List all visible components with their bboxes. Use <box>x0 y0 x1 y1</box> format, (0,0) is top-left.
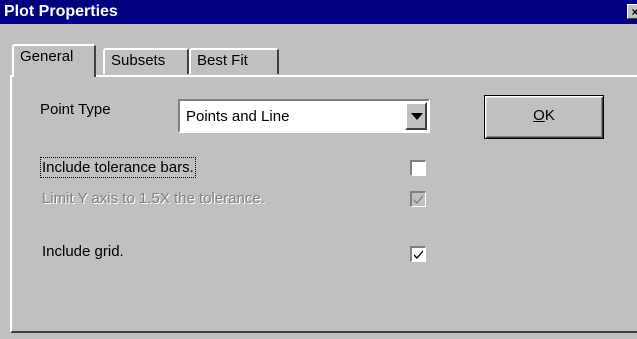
check-icon <box>414 195 423 204</box>
limit-y-axis-label: Limit Y axis to 1.5X the tolerance. <box>42 190 265 207</box>
ok-button[interactable]: OK <box>484 95 604 139</box>
point-type-label: Point Type <box>40 101 111 118</box>
close-button[interactable]: × <box>627 4 637 19</box>
point-type-select[interactable]: Points and Line <box>178 99 430 133</box>
ok-label-mnemonic: O <box>533 107 545 124</box>
chevron-down-icon[interactable] <box>405 102 427 130</box>
include-grid-label: Include grid. <box>42 243 124 260</box>
title-bar[interactable]: Plot Properties × <box>0 0 637 24</box>
tab-general[interactable]: General <box>12 44 96 77</box>
include-grid-checkbox[interactable] <box>410 246 426 262</box>
ok-label-rest: K <box>544 107 555 124</box>
tab-best-fit[interactable]: Best Fit <box>189 48 279 74</box>
point-type-value: Points and Line <box>186 108 290 125</box>
check-icon <box>414 250 423 259</box>
tab-general-label: General <box>20 48 74 65</box>
tab-best-fit-label: Best Fit <box>197 52 248 69</box>
limit-y-axis-checkbox <box>410 191 426 207</box>
plot-properties-dialog: Plot Properties × General Subsets Best F… <box>0 0 637 339</box>
close-icon: × <box>631 5 637 19</box>
include-tolerance-checkbox[interactable] <box>410 160 426 176</box>
window-title: Plot Properties <box>4 3 118 20</box>
tab-subsets[interactable]: Subsets <box>103 48 189 74</box>
tab-subsets-label: Subsets <box>111 52 166 69</box>
include-tolerance-label[interactable]: Include tolerance bars. <box>40 157 196 178</box>
